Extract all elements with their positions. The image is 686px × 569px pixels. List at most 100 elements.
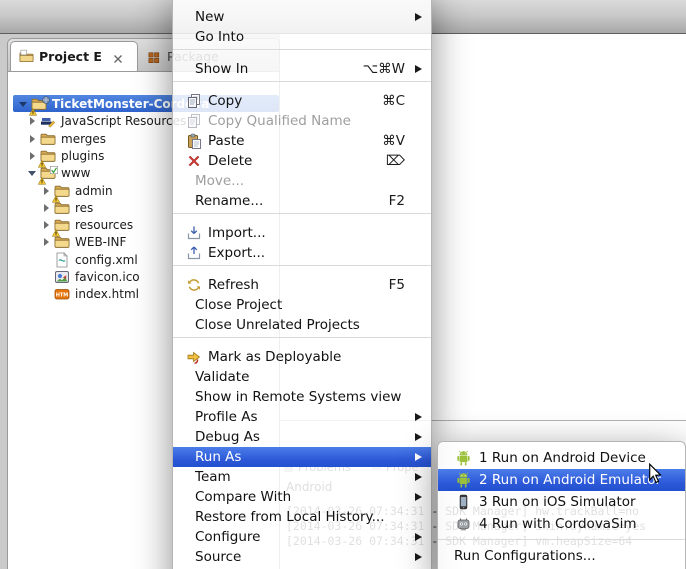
menu-item-profile-as[interactable]: Profile As (173, 407, 431, 427)
folder-icon (54, 217, 71, 233)
menu-item-label: Restore from Local History... (195, 509, 405, 525)
menu-item-close-project[interactable]: Close Project (173, 295, 431, 315)
menu-item-label: Team (195, 469, 405, 485)
tree-item-label: www (61, 166, 90, 180)
copy-icon (186, 93, 202, 109)
export-icon (186, 245, 202, 261)
context-menu: New Go Into Show In⌥⌘W Copy⌘C Copy Qualified… (172, 0, 432, 569)
menu-item-export[interactable]: Export... (173, 243, 431, 263)
folder-icon (54, 200, 71, 216)
menu-item-label: Export... (208, 245, 405, 261)
menu-item-source[interactable]: Source (173, 547, 431, 567)
menu-separator (173, 211, 431, 223)
menu-item-refresh[interactable]: RefreshF5 (173, 275, 431, 295)
folder-icon (54, 234, 71, 250)
menu-separator (173, 263, 431, 275)
expand-arrow-icon[interactable] (28, 134, 40, 144)
project-explorer-icon (19, 49, 34, 64)
menu-item-label: Import... (208, 225, 405, 241)
paste-icon (186, 133, 202, 149)
xml-file-icon (54, 252, 71, 268)
check-decorator (50, 163, 58, 171)
tree-item-label: admin (75, 184, 113, 198)
menu-item-show-in[interactable]: Show In⌥⌘W (173, 59, 431, 79)
menu-item-label: 2 Run on Android Emulator (479, 472, 675, 488)
menu-item-rename[interactable]: Rename...F2 (173, 191, 431, 211)
menu-item-new[interactable]: New (173, 7, 431, 27)
menu-item-shortcut: ⌘C (382, 93, 405, 109)
menu-item-import[interactable]: Import... (173, 223, 431, 243)
menu-item-label: Paste (208, 133, 370, 149)
submenu-arrow-icon (415, 453, 422, 461)
menu-item-label: Rename... (195, 193, 377, 209)
menu-item-shortcut: ⌦ (386, 153, 405, 169)
menu-item-label: Configure (195, 529, 405, 545)
menu-item-3-run-on-ios-simulator[interactable]: 3 Run on iOS Simulator (438, 491, 685, 513)
menu-item-shortcut: F5 (389, 277, 405, 293)
menu-item-label: Close Unrelated Projects (195, 317, 405, 333)
package-explorer-icon (147, 49, 162, 64)
menu-separator (173, 335, 431, 347)
tree-item-label: favicon.ico (75, 270, 140, 284)
submenu-arrow-icon (415, 413, 422, 421)
menu-item-label: Go Into (195, 29, 405, 45)
menu-separator (173, 47, 431, 59)
tab-project-e[interactable]: Project E (10, 41, 138, 71)
folder-icon (54, 183, 71, 199)
menu-item-copy[interactable]: Copy⌘C (173, 91, 431, 111)
menu-item-mark-as-deployable[interactable]: Mark as Deployable (173, 347, 431, 367)
menu-item-shortcut: ⌥⌘W (363, 61, 405, 77)
menu-item-debug-as[interactable]: Debug As (173, 427, 431, 447)
menu-item-paste[interactable]: Paste ⌘V (173, 131, 431, 151)
submenu-arrow-icon (415, 65, 422, 73)
tree-item-label: WEB-INF (75, 235, 126, 249)
menu-item-configure[interactable]: Configure (173, 527, 431, 547)
menu-item-team[interactable]: Team (173, 467, 431, 487)
folder-icon (40, 165, 57, 181)
menu-item-show-in-remote-systems-view[interactable]: Show in Remote Systems view (173, 387, 431, 407)
close-icon[interactable] (113, 52, 123, 62)
menu-item-label: Delete (208, 153, 374, 169)
menu-item-label: Validate (195, 369, 405, 385)
menu-item-label: Run As (195, 449, 405, 465)
submenu-arrow-icon (415, 433, 422, 441)
expand-arrow-icon[interactable] (28, 116, 40, 126)
menu-item-shortcut: ⌘V (382, 133, 405, 149)
menu-item-copy-qualified-name: Copy Qualified Name (173, 111, 431, 131)
menu-item-validate[interactable]: Validate (173, 367, 431, 387)
deploy-icon (186, 349, 202, 365)
tree-item-label: res (75, 201, 93, 215)
menu-item-label: New (195, 9, 405, 25)
menu-item-label: 1 Run on Android Device (479, 450, 675, 466)
menu-item-go-into[interactable]: Go Into (173, 27, 431, 47)
mouse-cursor-icon (648, 463, 663, 485)
tree-spacer (42, 272, 54, 282)
import-icon (186, 225, 202, 241)
tree-item-label: merges (61, 132, 106, 146)
tree-item-label: config.xml (75, 253, 138, 267)
menu-separator (438, 535, 685, 545)
menu-item-close-unrelated-projects[interactable]: Close Unrelated Projects (173, 315, 431, 335)
menu-item-label: Copy Qualified Name (208, 113, 405, 129)
menu-item-run-configurations[interactable]: Run Configurations... (438, 545, 685, 567)
warning-decorator (38, 174, 46, 182)
menu-item-compare-with[interactable]: Compare With (173, 487, 431, 507)
expand-arrow-icon[interactable] (42, 237, 54, 247)
menu-item-delete[interactable]: Delete ⌦ (173, 151, 431, 171)
menu-item-label: Compare With (195, 489, 405, 505)
menu-item-label: Source (195, 549, 405, 565)
menu-item-run-as[interactable]: Run As (173, 447, 431, 467)
menu-item-restore-from-local-history[interactable]: Restore from Local History... (173, 507, 431, 527)
menu-item-label: Move... (195, 173, 405, 189)
folder-icon (40, 148, 57, 164)
submenu-arrow-icon (415, 553, 422, 561)
cordovasim-icon (455, 516, 472, 532)
menu-separator (173, 79, 431, 91)
svg-text:HTM: HTM (56, 292, 69, 298)
menu-item-label: Debug As (195, 429, 405, 445)
tree-item-label: index.html (75, 287, 139, 301)
copy-icon (186, 113, 202, 129)
expand-arrow-icon[interactable] (42, 203, 54, 213)
globe-decorator (42, 93, 50, 101)
menu-item-4-run-with-cordovasim[interactable]: 4 Run with CordovaSim (438, 513, 685, 535)
